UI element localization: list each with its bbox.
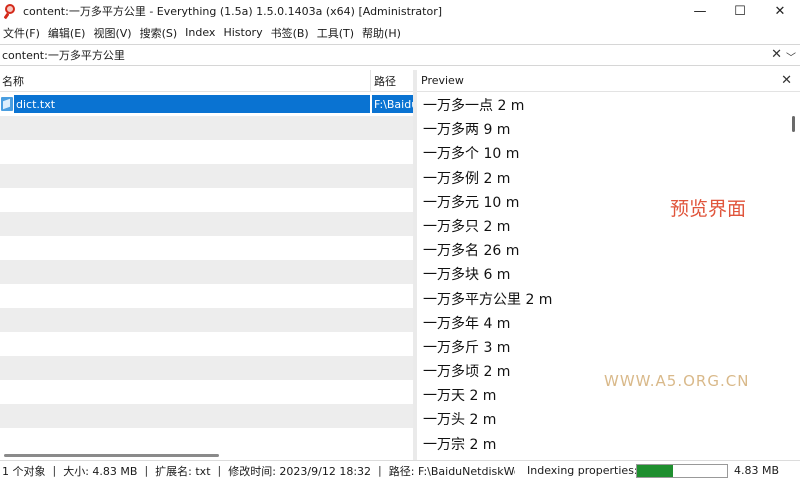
window-title: content:一万多平方公里 - Everything (1.5a) 1.5.… [23,5,443,18]
preview-line: 一万宗 2 m [423,436,497,453]
watermark-text: WWW.A5.ORG.CN [604,372,750,390]
preview-close-icon[interactable]: ✕ [781,73,792,88]
status-separator: | [378,464,382,477]
result-rows: dict.txt F:\BaiduNetdiskWor [0,92,413,452]
status-indexing-label: Indexing properties: [527,464,638,477]
column-header-path[interactable]: 路径 [370,73,396,89]
status-path: 路径: F:\BaiduNetdiskWor [388,464,515,478]
horizontal-scroll-thumb[interactable] [4,454,219,457]
search-bar: ✕ ﹀ [0,44,800,66]
everything-app-icon[interactable] [3,4,18,20]
preview-line: 一万多顷 2 m [423,364,511,381]
status-total-size: 4.83 MB [734,464,780,477]
preview-line: 一万多两 9 m [423,122,511,139]
result-row-empty[interactable] [0,428,413,452]
menu-search[interactable]: 搜索(S) [137,25,183,41]
preview-line: 一万多只 2 m [423,218,511,235]
indexing-progress-bar [636,464,728,478]
status-extension: 扩展名: txt [155,464,211,478]
column-header: 名称 路径 [0,70,413,92]
result-row-empty[interactable] [0,260,413,284]
preview-header: Preview ✕ [417,70,800,92]
result-row-empty[interactable] [0,380,413,404]
menu-bookmarks[interactable]: 书签(B) [268,25,314,41]
status-separator: | [144,464,149,477]
result-row-empty[interactable] [0,164,413,188]
clear-search-icon[interactable]: ✕ [771,47,782,62]
preview-line: 一万多平方公里 2 m [423,291,553,308]
status-separator: | [217,464,222,477]
menu-edit[interactable]: 编辑(E) [45,25,91,41]
preview-content: 一万多一点 2 m 一万多两 9 m 一万多个 10 m 一万多例 2 m 一万多元 1… [423,94,552,457]
result-row-empty[interactable] [0,188,413,212]
maximize-button[interactable]: ☐ [720,0,760,22]
result-name: dict.txt [14,95,370,113]
preview-scroll-thumb[interactable] [792,116,795,132]
title-bar: content:一万多平方公里 - Everything (1.5a) 1.5.… [0,0,800,22]
menu-file[interactable]: 文件(F) [0,25,45,41]
result-row-empty[interactable] [0,212,413,236]
preview-line: 一万多斤 3 m [423,339,511,356]
preview-annotation-label: 预览界面 [670,198,747,220]
minimize-button[interactable]: — [680,0,720,22]
search-input[interactable] [0,45,760,65]
status-modified: 修改时间: 2023/9/12 18:32 [228,464,372,478]
preview-line: 一万多名 26 m [423,243,520,260]
result-row-empty[interactable] [0,236,413,260]
result-row-empty[interactable] [0,116,413,140]
horizontal-scrollbar[interactable] [0,452,413,460]
preview-title: Preview [421,74,464,87]
preview-line: 一万多例 2 m [423,170,511,187]
column-divider[interactable] [370,70,371,92]
indexing-progress-fill [637,465,673,477]
status-size: 大小: 4.83 MB [63,464,138,478]
menu-index[interactable]: Index [182,26,220,39]
preview-pane: Preview ✕ 一万多一点 2 m 一万多两 9 m 一万多个 10 m 一万多例… [417,70,800,460]
result-row-empty[interactable] [0,332,413,356]
result-row-empty[interactable] [0,356,413,380]
menu-tools[interactable]: 工具(T) [314,25,359,41]
menu-help[interactable]: 帮助(H) [359,25,406,41]
status-separator: | [52,464,57,477]
preview-line: 一万多块 6 m [423,267,511,284]
preview-line: 一万多元 10 m [423,194,520,211]
preview-line: 一万多年 4 m [423,315,511,332]
preview-line: 一万头 2 m [423,412,497,429]
menu-bar: 文件(F) 编辑(E) 视图(V) 搜索(S) Index History 书签… [0,22,800,43]
result-row-selected[interactable]: dict.txt F:\BaiduNetdiskWor [0,92,413,116]
preview-line: 一万多个 10 m [423,146,520,163]
result-row-empty[interactable] [0,284,413,308]
preview-line: 一万多一点 2 m [423,98,525,114]
results-list[interactable]: 名称 路径 dict.txt F:\BaiduNetdiskWor [0,70,413,460]
menu-view[interactable]: 视图(V) [90,25,136,41]
close-button[interactable]: ✕ [760,0,800,22]
column-header-name[interactable]: 名称 [0,73,370,89]
window-controls: — ☐ ✕ [680,0,800,22]
result-row-empty[interactable] [0,308,413,332]
menu-history[interactable]: History [220,26,267,39]
status-bar: 1 个对象 | 大小: 4.83 MB | 扩展名: txt | 修改时间: 2… [0,460,800,480]
result-row-empty[interactable] [0,404,413,428]
search-history-dropdown-icon[interactable]: ﹀ [786,49,796,64]
text-file-icon [1,97,13,111]
status-object-count: 1 个对象 [2,464,46,478]
preview-line: 一万天 2 m [423,388,497,405]
result-row-empty[interactable] [0,140,413,164]
result-path: F:\BaiduNetdiskWor [372,95,413,113]
